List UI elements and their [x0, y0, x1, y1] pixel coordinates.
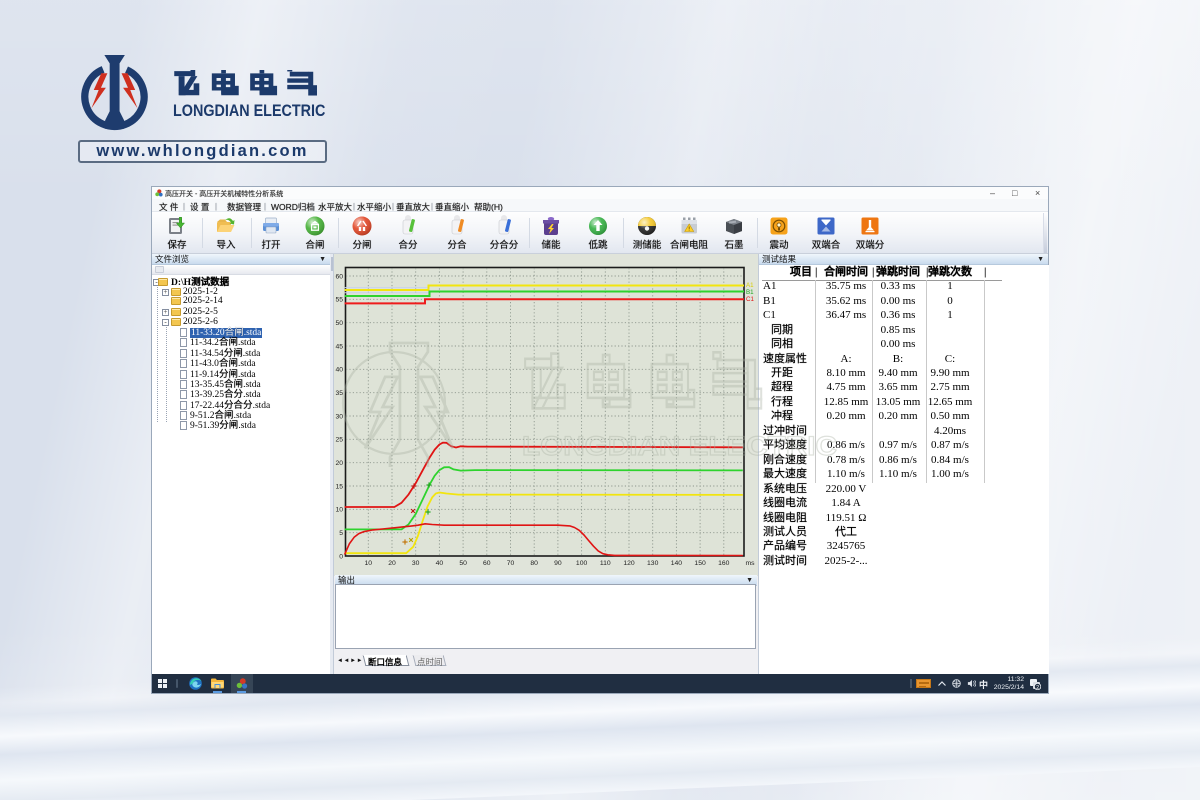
svg-text:30: 30	[335, 413, 343, 420]
svg-text:130: 130	[647, 560, 659, 567]
svg-text:25: 25	[335, 437, 343, 444]
svg-text:ms: ms	[745, 560, 755, 567]
svg-text:10: 10	[365, 560, 373, 567]
svg-text:40: 40	[335, 367, 343, 374]
svg-text:45: 45	[335, 343, 343, 350]
svg-text:B1: B1	[746, 289, 754, 296]
svg-text:35: 35	[335, 390, 343, 397]
svg-text:50: 50	[459, 560, 467, 567]
svg-text:140: 140	[671, 560, 683, 567]
svg-text:30: 30	[412, 560, 420, 567]
svg-text:55: 55	[335, 297, 343, 304]
svg-text:15: 15	[335, 483, 343, 490]
svg-text:90: 90	[554, 560, 562, 567]
svg-text:0: 0	[339, 553, 343, 560]
svg-text:C1: C1	[746, 296, 754, 303]
svg-text:150: 150	[694, 560, 706, 567]
svg-text:2: 2	[1036, 685, 1039, 690]
svg-text:40: 40	[436, 560, 444, 567]
svg-text:50: 50	[335, 320, 343, 327]
svg-text:60: 60	[483, 560, 491, 567]
svg-text:100: 100	[576, 560, 588, 567]
svg-text:110: 110	[600, 560, 611, 567]
svg-text:60: 60	[335, 273, 343, 280]
svg-text:!: !	[688, 227, 690, 233]
svg-text:70: 70	[507, 560, 515, 567]
svg-text:160: 160	[718, 560, 730, 567]
svg-text:120: 120	[623, 560, 635, 567]
svg-text:10: 10	[335, 507, 343, 514]
svg-text:20: 20	[388, 560, 396, 567]
svg-text:A1: A1	[746, 282, 754, 289]
svg-text:20: 20	[335, 460, 343, 467]
svg-text:80: 80	[530, 560, 538, 567]
svg-text:5: 5	[339, 530, 343, 537]
